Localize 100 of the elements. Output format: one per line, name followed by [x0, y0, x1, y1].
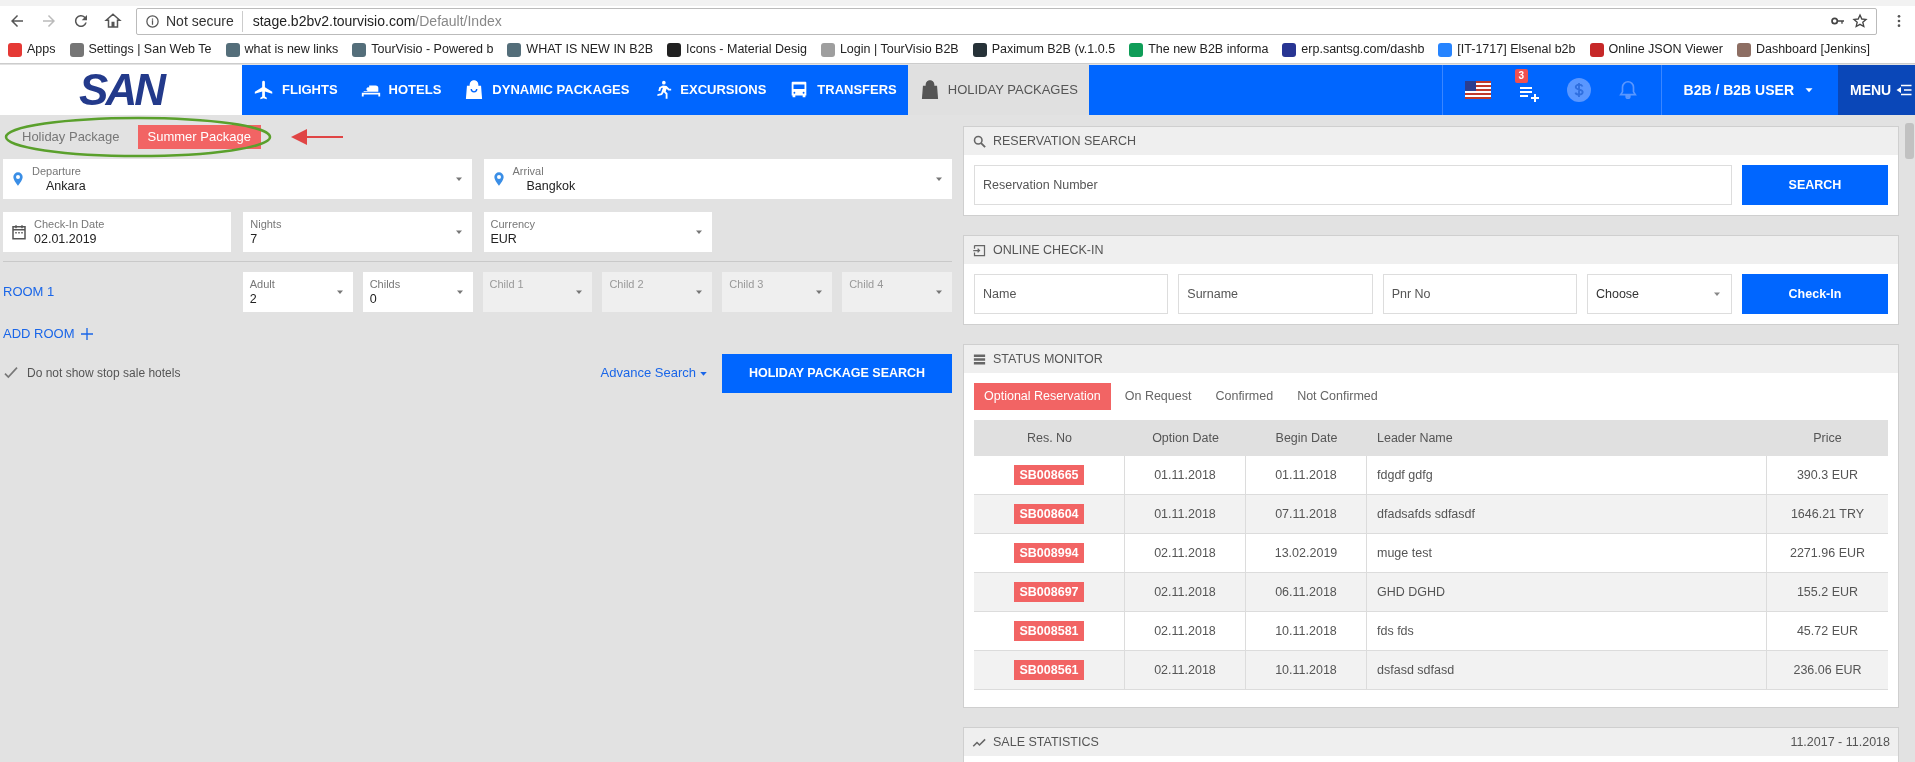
nav-tab[interactable]: TRANSFERS [777, 65, 908, 115]
table-cell-text: 10.11.2018 [1275, 661, 1337, 679]
table-cell-text: 02.11.2018 [1154, 622, 1216, 640]
column-header: Leader Name [1377, 429, 1453, 447]
table-cell-text: fdgdf gdfg [1377, 466, 1433, 484]
table-cell-text: 01.11.2018 [1275, 466, 1337, 484]
column-header: Begin Date [1275, 429, 1338, 447]
scrollbar-thumb[interactable] [1905, 123, 1914, 159]
table-cell-text: GHD DGHD [1377, 583, 1446, 601]
flag-icon[interactable] [1464, 81, 1491, 99]
url-text: stage.b2bv2.tourvisio.com/Default/Index [251, 11, 502, 31]
field-value: Bangkok [525, 179, 577, 194]
search-icon [972, 133, 987, 149]
text-field[interactable]: Pnr No [1382, 274, 1577, 314]
bookmark-link[interactable]: Online JSON Viewer [1589, 40, 1723, 59]
date-field[interactable]: Check-In Date 02.01.2019 [3, 212, 232, 252]
reservation-number-link[interactable]: SB008604 [1014, 504, 1084, 524]
status-tab[interactable]: Not Confirmed [1287, 383, 1388, 410]
field-label: Departure [32, 164, 82, 179]
check-in-button[interactable]: Check-In [1742, 274, 1888, 314]
select-field[interactable]: Childs 0 [362, 272, 473, 312]
arrow-icon [289, 127, 345, 147]
reservation-number-link[interactable]: SB008665 [1014, 465, 1084, 485]
select-field[interactable]: Departure Ankara [3, 159, 472, 199]
table-cell-text: 01.11.2018 [1154, 505, 1216, 523]
field-label: Child 1 [489, 277, 525, 292]
bookmark-link[interactable]: Login | TourVisio B2B [820, 40, 959, 59]
bookmark-link[interactable]: Settings | San Web Te [69, 40, 212, 59]
plus-icon [78, 325, 95, 342]
checkbox-label: Do not show stop sale hotels [27, 365, 181, 382]
airplane-icon [253, 79, 275, 101]
select-field[interactable]: Nights 7 [243, 212, 472, 252]
bookmark-link[interactable]: TourVisio - Powered b [352, 40, 494, 59]
field-label: Currency [490, 217, 537, 232]
field-value: 02.01.2019 [34, 232, 98, 247]
table-cell-text: 236.06 EUR [1793, 661, 1862, 679]
checkbox[interactable] [3, 365, 19, 381]
status-tab[interactable]: Optional Reservation [974, 383, 1111, 410]
bookmark-link[interactable]: Paximum B2B (v.1.0.5 [972, 40, 1116, 59]
table-cell-text: dfadsafds sdfasdf [1377, 505, 1475, 523]
table-cell-text: 01.11.2018 [1154, 466, 1216, 484]
nav-tab[interactable]: EXCURSIONS [640, 65, 778, 115]
home-icon[interactable] [104, 12, 122, 30]
panel-title: RESERVATION SEARCH [993, 132, 1137, 150]
choose-dropdown[interactable]: Choose [1587, 274, 1732, 314]
package-tab[interactable]: Summer Package [137, 125, 261, 149]
search-button[interactable]: SEARCH [1742, 165, 1888, 205]
nav-tab[interactable]: HOTELS [348, 65, 453, 115]
bookmark-link[interactable]: WHAT IS NEW IN B2B [507, 40, 653, 59]
table-cell-text: 02.11.2018 [1154, 544, 1216, 562]
nav-tab[interactable]: FLIGHTS [242, 65, 349, 115]
nav-tab[interactable]: DYNAMIC PACKAGES [452, 65, 641, 115]
nav-tab[interactable]: HOLIDAY PACKAGES [907, 65, 1089, 115]
table-cell-text: 07.11.2018 [1275, 505, 1337, 523]
field-label: Arrival [512, 164, 545, 179]
search-button[interactable]: HOLIDAY PACKAGE SEARCH [722, 353, 952, 393]
status-tab[interactable]: On Request [1114, 383, 1202, 410]
bookmark-link[interactable]: [IT-1717] Elsenal b2b [1438, 40, 1576, 59]
reservation-number-link[interactable]: SB008994 [1014, 543, 1084, 563]
reload-icon[interactable] [72, 12, 90, 30]
select-field[interactable]: Currency EUR [483, 212, 712, 252]
bookmark-link[interactable]: The new B2B informa [1129, 40, 1269, 59]
bookmark-link[interactable]: Apps [8, 40, 56, 59]
star-icon[interactable] [1852, 13, 1868, 29]
field-label: Childs [369, 277, 402, 292]
select-field[interactable]: Arrival Bangkok [483, 159, 952, 199]
reservation-number-link[interactable]: SB008581 [1014, 621, 1084, 641]
table-cell-text: 2271.96 EUR [1789, 544, 1866, 562]
security-label: Not secure [166, 10, 243, 32]
field-label: Child 3 [729, 277, 765, 292]
bookmark-link[interactable]: Dashboard [Jenkins] [1736, 40, 1870, 59]
panel-title: ONLINE CHECK-IN [993, 241, 1104, 259]
bookmark-link[interactable]: Icons - Material Desig [667, 40, 807, 59]
reservation-number-field[interactable]: Reservation Number [974, 165, 1732, 205]
field-value: EUR [490, 232, 518, 247]
address-bar[interactable]: Not secure stage.b2bv2.tourvisio.com/Default/Index [136, 7, 1877, 35]
table-cell-text: fds fds [1377, 622, 1414, 640]
count-badge: 3 [1514, 69, 1529, 83]
text-field[interactable]: Name [974, 274, 1169, 314]
calendar-icon [10, 223, 28, 241]
bookmark-link[interactable]: erp.santsg.com/dashb [1282, 40, 1425, 59]
field-label: Child 4 [849, 277, 885, 292]
reservation-number-link[interactable]: SB008561 [1014, 660, 1084, 680]
advance-search-link[interactable]: Advance Search [600, 363, 710, 383]
table-cell-text: 02.11.2018 [1154, 661, 1216, 679]
bookmark-link[interactable]: what is new links [225, 40, 339, 59]
table-cell-text: 390.3 EUR [1796, 466, 1859, 484]
table-cell-text: 45.72 EUR [1796, 622, 1859, 640]
field-label: Child 2 [609, 277, 645, 292]
text-field[interactable]: Surname [1178, 274, 1373, 314]
column-header: Option Date [1152, 429, 1219, 447]
status-tab[interactable]: Confirmed [1205, 383, 1284, 410]
select-field[interactable]: Adult 2 [242, 272, 353, 312]
add-room-button[interactable]: ADD ROOM [3, 324, 95, 344]
reservation-number-link[interactable]: SB008697 [1014, 582, 1084, 602]
panel-title: SALE STATISTICS [993, 733, 1099, 751]
field-value: 7 [250, 232, 259, 247]
package-tab[interactable]: Holiday Package [12, 125, 130, 149]
menu-button[interactable]: MENU [1838, 65, 1915, 115]
table-cell-text: muge test [1377, 544, 1432, 562]
